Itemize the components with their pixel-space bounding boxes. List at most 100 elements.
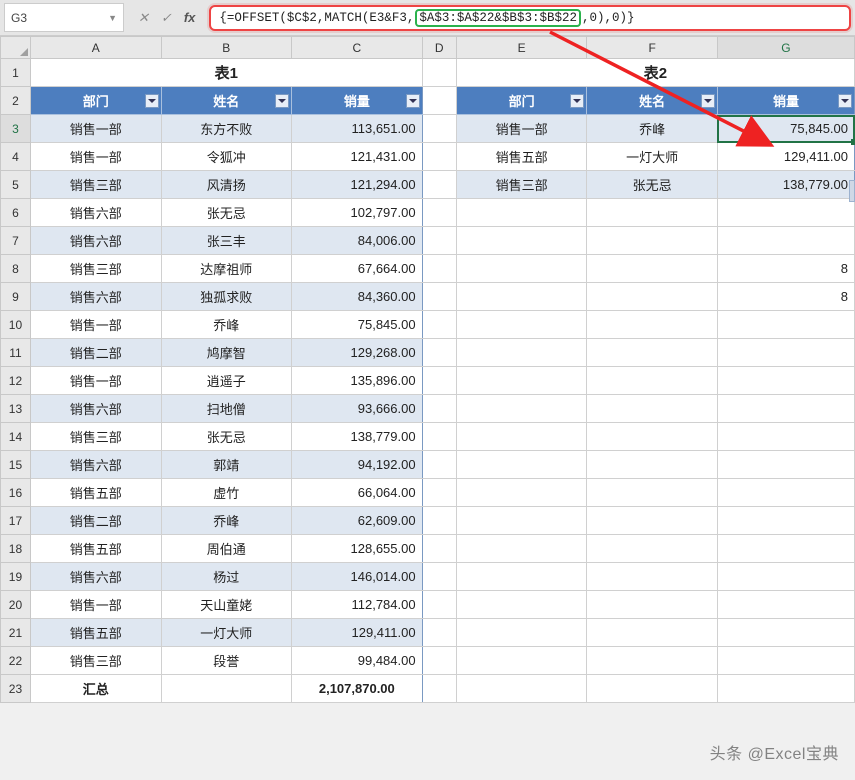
cell[interactable] xyxy=(717,479,854,507)
cell[interactable]: 销售五部 xyxy=(30,535,161,563)
cell[interactable] xyxy=(422,367,456,395)
cell[interactable] xyxy=(456,563,587,591)
cell[interactable] xyxy=(587,563,718,591)
row-header[interactable]: 6 xyxy=(1,199,31,227)
row-header[interactable]: 5 xyxy=(1,171,31,199)
cell[interactable] xyxy=(422,395,456,423)
cell[interactable]: 杨过 xyxy=(161,563,292,591)
cell[interactable] xyxy=(587,339,718,367)
cell[interactable]: 112,784.00 xyxy=(292,591,423,619)
cell[interactable] xyxy=(587,451,718,479)
filter-icon[interactable] xyxy=(145,94,159,108)
table1-header-name[interactable]: 姓名 xyxy=(161,87,292,115)
cancel-icon[interactable]: ✕ xyxy=(138,10,149,26)
col-header-b[interactable]: B xyxy=(161,37,292,59)
cell[interactable]: 张无忌 xyxy=(161,199,292,227)
table1-header-sales[interactable]: 销量 xyxy=(292,87,423,115)
cell[interactable]: 146,014.00 xyxy=(292,563,423,591)
row-header[interactable]: 12 xyxy=(1,367,31,395)
cell[interactable] xyxy=(717,227,854,255)
cell[interactable] xyxy=(587,423,718,451)
cell[interactable] xyxy=(456,423,587,451)
cell[interactable] xyxy=(587,619,718,647)
row-header[interactable]: 18 xyxy=(1,535,31,563)
cell[interactable]: 销售三部 xyxy=(30,647,161,675)
cell[interactable] xyxy=(422,143,456,171)
cell[interactable]: 66,064.00 xyxy=(292,479,423,507)
cell[interactable] xyxy=(587,507,718,535)
cell[interactable]: 销售六部 xyxy=(30,199,161,227)
cell[interactable] xyxy=(717,647,854,675)
cell[interactable]: 129,411.00 xyxy=(717,143,854,171)
cell[interactable]: 销售三部 xyxy=(30,255,161,283)
cell[interactable] xyxy=(422,619,456,647)
cell[interactable]: 乔峰 xyxy=(161,311,292,339)
name-box[interactable]: G3 ▼ xyxy=(4,3,124,32)
cell[interactable]: 销售六部 xyxy=(30,283,161,311)
cell[interactable]: 121,294.00 xyxy=(292,171,423,199)
cell[interactable]: 129,411.00 xyxy=(292,619,423,647)
cell[interactable]: 天山童姥 xyxy=(161,591,292,619)
cell[interactable] xyxy=(587,227,718,255)
cell[interactable]: 达摩祖师 xyxy=(161,255,292,283)
cell[interactable]: 销售一部 xyxy=(30,591,161,619)
cell[interactable]: 102,797.00 xyxy=(292,199,423,227)
formula-bar[interactable]: {=OFFSET($C$2,MATCH(E3&F3,$A$3:$A$22&$B$… xyxy=(209,5,851,31)
title-right[interactable]: 表2 xyxy=(456,59,854,87)
col-header-f[interactable]: F xyxy=(587,37,718,59)
cell[interactable] xyxy=(422,59,456,87)
cell[interactable] xyxy=(587,395,718,423)
cell[interactable] xyxy=(717,535,854,563)
cell[interactable] xyxy=(422,647,456,675)
cell[interactable] xyxy=(456,255,587,283)
table1-header-dept[interactable]: 部门 xyxy=(30,87,161,115)
cell[interactable] xyxy=(717,451,854,479)
cell[interactable] xyxy=(456,283,587,311)
cell[interactable]: 乔峰 xyxy=(161,507,292,535)
row-header[interactable]: 8 xyxy=(1,255,31,283)
cell[interactable]: 8 xyxy=(717,255,854,283)
row-header[interactable]: 11 xyxy=(1,339,31,367)
cell[interactable] xyxy=(456,675,587,703)
filter-icon[interactable] xyxy=(275,94,289,108)
cell[interactable] xyxy=(587,535,718,563)
cell[interactable]: 销售一部 xyxy=(456,115,587,143)
cell[interactable]: 销售三部 xyxy=(30,423,161,451)
cell[interactable] xyxy=(422,87,456,115)
cell[interactable] xyxy=(456,479,587,507)
cell[interactable] xyxy=(717,507,854,535)
cell[interactable]: 逍遥子 xyxy=(161,367,292,395)
cell[interactable] xyxy=(422,479,456,507)
chevron-down-icon[interactable]: ▼ xyxy=(108,13,117,23)
cell[interactable]: 138,779.00 xyxy=(292,423,423,451)
cell[interactable] xyxy=(587,647,718,675)
row-header[interactable]: 10 xyxy=(1,311,31,339)
cell[interactable] xyxy=(587,311,718,339)
cell[interactable]: 销售一部 xyxy=(30,311,161,339)
cell[interactable]: 销售五部 xyxy=(30,619,161,647)
row-header[interactable]: 22 xyxy=(1,647,31,675)
fx-icon[interactable]: fx xyxy=(184,10,196,25)
cell[interactable]: 张无忌 xyxy=(587,171,718,199)
cell[interactable] xyxy=(456,311,587,339)
cell[interactable] xyxy=(422,423,456,451)
filter-icon[interactable] xyxy=(570,94,584,108)
cell[interactable] xyxy=(422,591,456,619)
table2-header-sales[interactable]: 销量 xyxy=(717,87,854,115)
row-header[interactable]: 20 xyxy=(1,591,31,619)
cell[interactable]: 一灯大师 xyxy=(587,143,718,171)
cell[interactable] xyxy=(587,255,718,283)
cell[interactable] xyxy=(422,507,456,535)
cell[interactable] xyxy=(717,339,854,367)
cell[interactable]: 84,360.00 xyxy=(292,283,423,311)
cell[interactable] xyxy=(422,171,456,199)
filter-icon[interactable] xyxy=(406,94,420,108)
cell[interactable]: 128,655.00 xyxy=(292,535,423,563)
cell[interactable] xyxy=(717,591,854,619)
cell[interactable] xyxy=(587,479,718,507)
cell[interactable] xyxy=(422,451,456,479)
cell[interactable] xyxy=(422,227,456,255)
cell[interactable]: 销售五部 xyxy=(30,479,161,507)
cell[interactable] xyxy=(456,535,587,563)
cell[interactable]: 销售三部 xyxy=(30,171,161,199)
